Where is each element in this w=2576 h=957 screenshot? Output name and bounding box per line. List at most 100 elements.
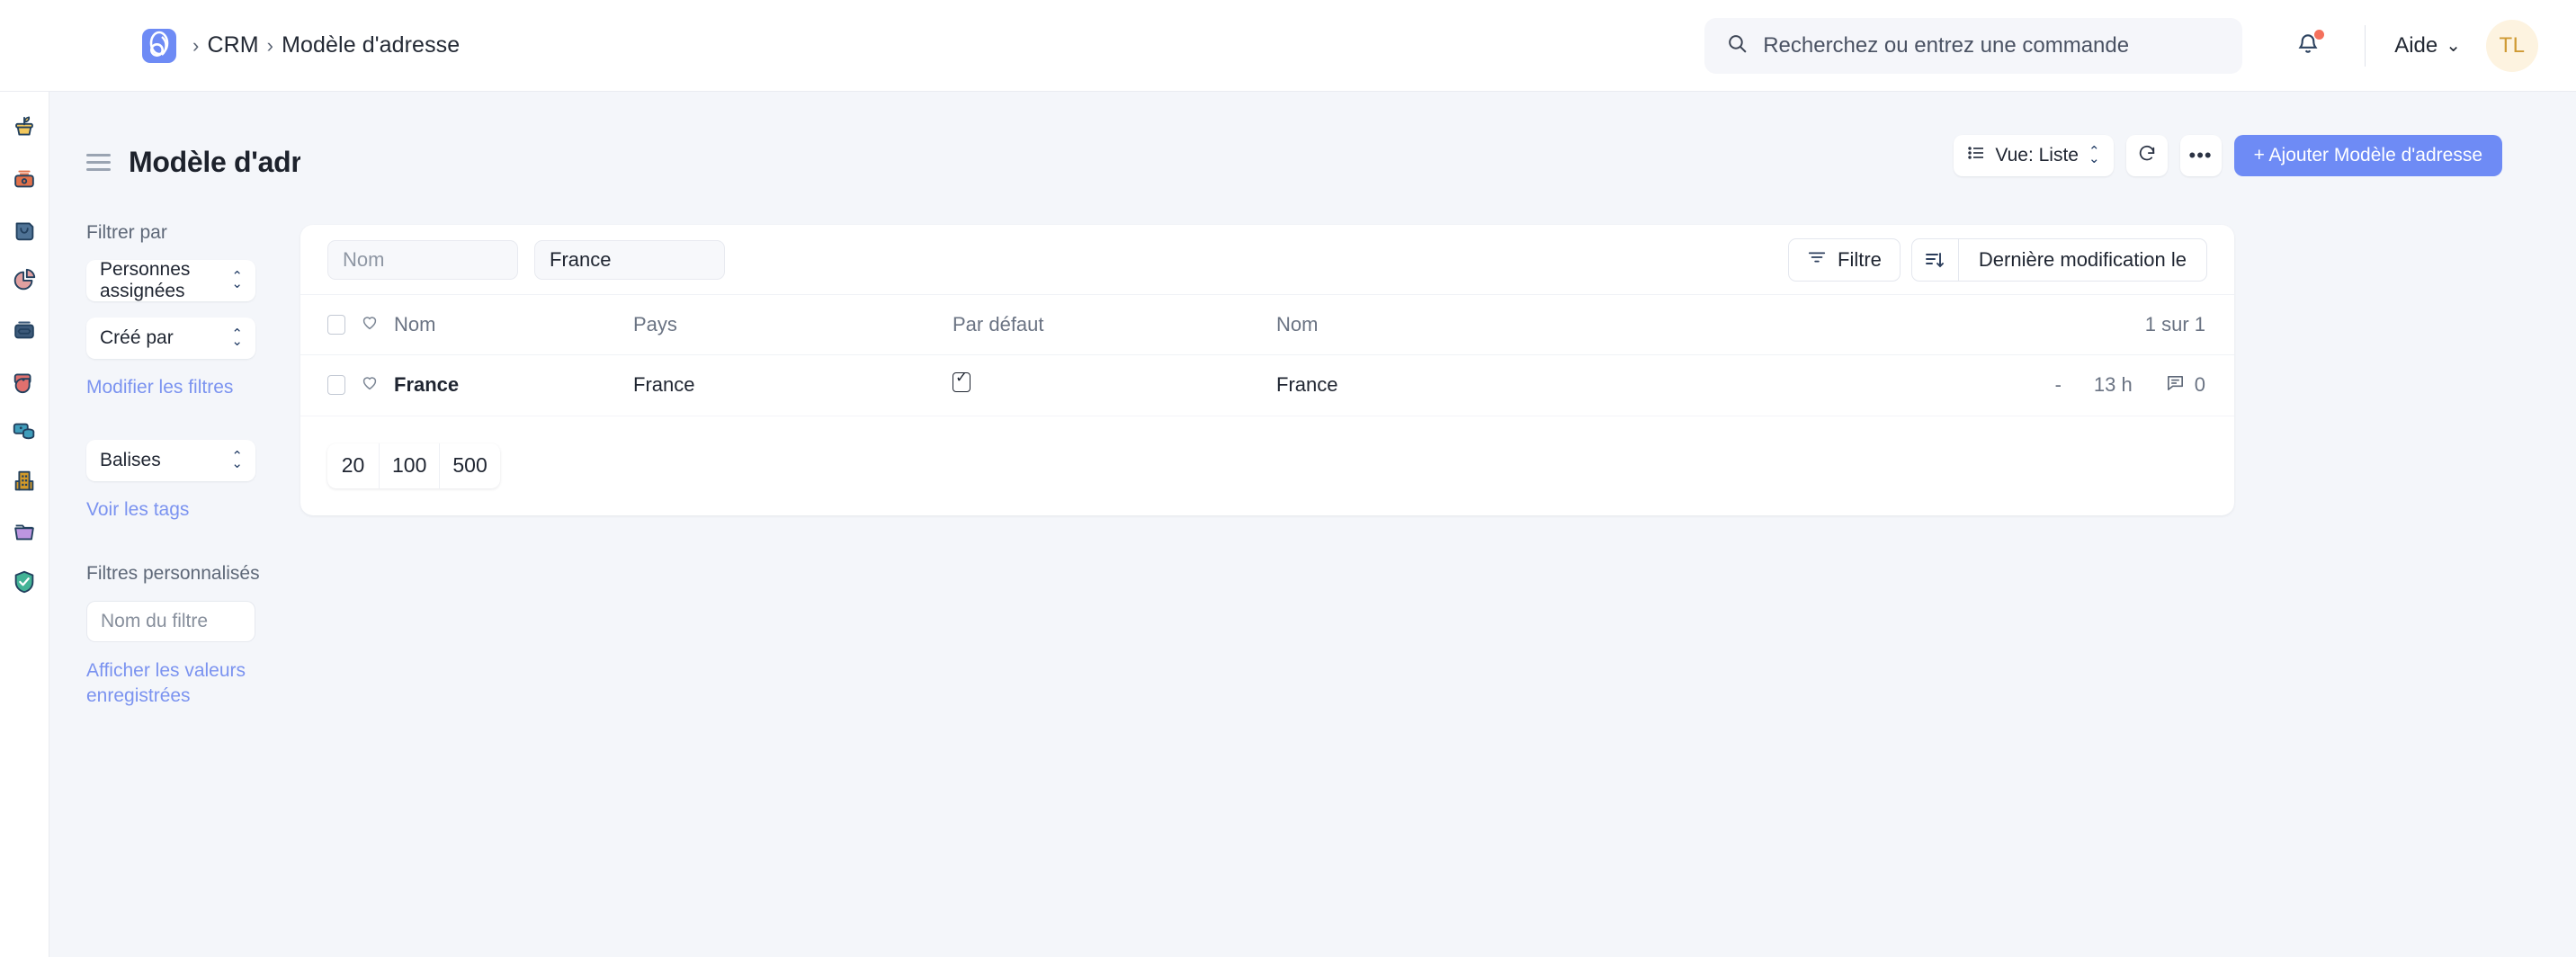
folder-icon (11, 518, 38, 550)
chevron-updown-icon: ⌃⌄ (231, 273, 243, 289)
notifications-button[interactable] (2280, 18, 2336, 74)
view-selector-button[interactable]: Vue: Liste ⌃⌄ (1954, 135, 2113, 176)
breadcrumb-item-current[interactable]: Modèle d'adresse (282, 32, 460, 58)
bag-icon (11, 216, 38, 247)
select-tags[interactable]: Balises ⌃⌄ (86, 440, 255, 481)
name-filter-placeholder: Nom (343, 248, 384, 272)
chevron-updown-icon: ⌃⌄ (2089, 148, 2100, 164)
sort-field-label: Dernière modification le (1959, 239, 2206, 281)
row-meta: - 13 h 0 (2055, 372, 2234, 398)
column-header-par-defaut[interactable]: Par défaut (953, 295, 1276, 354)
breadcrumb-separator-0: › (192, 34, 199, 58)
pagination-bar: 20 100 500 (300, 416, 2234, 515)
refresh-button[interactable] (2126, 135, 2168, 176)
shield-icon (11, 568, 38, 600)
row-assignee: - (2055, 373, 2062, 397)
page-title-row: Modèle d'adresse (86, 146, 300, 179)
building-icon (11, 468, 38, 499)
table-header-row: Nom Pays Par défaut Nom 1 sur 1 (300, 295, 2234, 354)
rail-item-bag[interactable] (0, 207, 49, 256)
app-logo[interactable] (142, 29, 176, 63)
filter-button[interactable]: Filtre (1788, 238, 1901, 282)
cell-name: France (300, 354, 633, 416)
select-assignees[interactable]: Personnes assignées ⌃⌄ (86, 260, 255, 301)
comment-count: 0 (2195, 373, 2205, 397)
add-record-label: + Ajouter Modèle d'adresse (2254, 145, 2482, 166)
chevron-updown-icon: ⌃⌄ (231, 331, 243, 346)
ellipsis-icon: ••• (2189, 149, 2213, 161)
hamburger-menu-icon[interactable] (86, 154, 111, 171)
avatar[interactable]: TL (2486, 20, 2538, 72)
country-filter-value: France (550, 248, 611, 272)
view-selector-label: Vue: Liste (1995, 145, 2079, 166)
plant-pot-icon (11, 115, 38, 147)
rail-item-security[interactable] (0, 559, 49, 609)
column-header-nom2[interactable]: Nom 1 sur 1 (1276, 295, 2234, 354)
column-header-name[interactable]: Nom (300, 295, 633, 354)
row-nom2-value: France (1276, 373, 1337, 397)
avatar-initials: TL (2499, 33, 2525, 58)
row-select-checkbox[interactable] (327, 375, 345, 395)
add-record-button[interactable]: + Ajouter Modèle d'adresse (2234, 135, 2502, 176)
select-all-checkbox[interactable] (327, 315, 345, 335)
row-comments[interactable]: 0 (2165, 372, 2205, 398)
rail-item-company[interactable] (0, 459, 49, 508)
refresh-icon (2137, 144, 2157, 168)
database-icon (11, 417, 38, 449)
heart-icon[interactable] (360, 372, 380, 398)
card-filter-actions: Filtre Dernière modification le (1788, 238, 2207, 282)
page-size-20[interactable]: 20 (327, 443, 380, 488)
records-table: Nom Pays Par défaut Nom 1 sur 1 (300, 295, 2234, 416)
breadcrumb: › CRM › Modèle d'adresse (192, 32, 460, 58)
page-size-group: 20 100 500 (327, 443, 500, 488)
sort-control[interactable]: Dernière modification le (1911, 238, 2207, 282)
header-right-group: Recherchez ou entrez une commande Aide ⌄… (1704, 0, 2576, 91)
chevron-updown-icon: ⌃⌄ (231, 453, 243, 469)
country-filter-input[interactable]: France (534, 240, 725, 280)
select-assignees-label: Personnes assignées (100, 259, 231, 302)
filter-name-placeholder: Nom du filtre (101, 611, 208, 632)
name-filter-input[interactable]: Nom (327, 240, 518, 280)
global-search-input[interactable]: Recherchez ou entrez une commande (1704, 18, 2242, 74)
breadcrumb-separator-1: › (267, 34, 273, 58)
pie-chart-icon (11, 266, 38, 298)
row-modified: 13 h (2094, 373, 2133, 397)
filter-name-input[interactable]: Nom du filtre (86, 601, 255, 642)
help-menu[interactable]: Aide ⌄ (2394, 33, 2461, 58)
rail-item-media[interactable] (0, 358, 49, 407)
custom-filters-label: Filtres personnalisés (86, 563, 300, 585)
chevron-down-icon: ⌄ (2446, 34, 2461, 57)
select-tags-label: Balises (100, 450, 161, 471)
sort-descending-icon[interactable] (1912, 239, 1959, 281)
saved-values-link[interactable]: Afficher les valeurs enregistrées (86, 658, 275, 710)
filter-icon (1807, 247, 1827, 273)
page-size-500[interactable]: 500 (440, 443, 499, 488)
rail-item-analytics[interactable] (0, 257, 49, 307)
rail-item-toolbox[interactable] (0, 157, 49, 206)
global-search-placeholder: Recherchez ou entrez une commande (1763, 33, 2129, 58)
filter-sidebar: Modèle d'adresse Filtrer par Personnes a… (50, 92, 300, 957)
rail-item-files[interactable] (0, 509, 49, 559)
breadcrumb-item-crm[interactable]: CRM (207, 32, 258, 58)
view-tags-link[interactable]: Voir les tags (86, 497, 300, 523)
cell-par-defaut (953, 354, 1276, 416)
filter-by-label: Filtrer par (86, 222, 300, 244)
column-label-name: Nom (394, 313, 435, 336)
rail-item-briefcase[interactable] (0, 308, 49, 357)
page-size-100[interactable]: 100 (380, 443, 440, 488)
select-created-by[interactable]: Créé par ⌃⌄ (86, 318, 255, 359)
more-options-button[interactable]: ••• (2180, 135, 2222, 176)
card-filter-bar: Nom France Filtre (300, 225, 2234, 295)
briefcase-icon (11, 317, 38, 348)
heart-icon (360, 312, 380, 337)
rail-item-database[interactable] (0, 408, 49, 458)
column-header-pays[interactable]: Pays (633, 295, 953, 354)
camera-tag-icon (11, 367, 38, 398)
edit-filters-link[interactable]: Modifier les filtres (86, 375, 300, 400)
row-name-value[interactable]: France (394, 373, 459, 397)
help-label: Aide (2394, 33, 2437, 58)
rail-item-plant[interactable] (0, 106, 49, 156)
search-icon (1726, 32, 1749, 59)
default-checkbox[interactable] (953, 372, 970, 392)
table-row[interactable]: France France France - 13 h (300, 354, 2234, 416)
